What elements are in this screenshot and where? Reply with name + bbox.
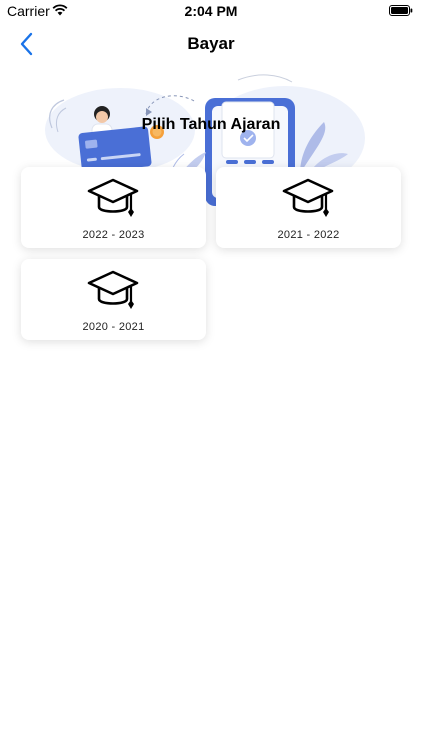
year-label: 2021 - 2022	[277, 229, 340, 241]
clock-time: 2:04 PM	[184, 3, 238, 19]
status-bar: Carrier 2:04 PM	[0, 0, 422, 22]
navigation-bar: Bayar	[0, 22, 422, 66]
page-title: Bayar	[187, 34, 235, 53]
year-card-2022-2023[interactable]: 2022 - 2023	[21, 167, 206, 248]
graduation-cap-icon	[282, 178, 334, 217]
battery-icon	[389, 5, 413, 16]
year-card-2021-2022[interactable]: 2021 - 2022	[216, 167, 401, 248]
section-title: Pilih Tahun Ajaran	[141, 116, 281, 133]
year-label: 2020 - 2021	[82, 321, 145, 333]
graduation-cap-icon	[87, 270, 139, 309]
year-card-2020-2021[interactable]: 2020 - 2021	[21, 259, 206, 340]
year-label: 2022 - 2023	[82, 229, 145, 241]
graduation-cap-icon	[87, 178, 139, 217]
